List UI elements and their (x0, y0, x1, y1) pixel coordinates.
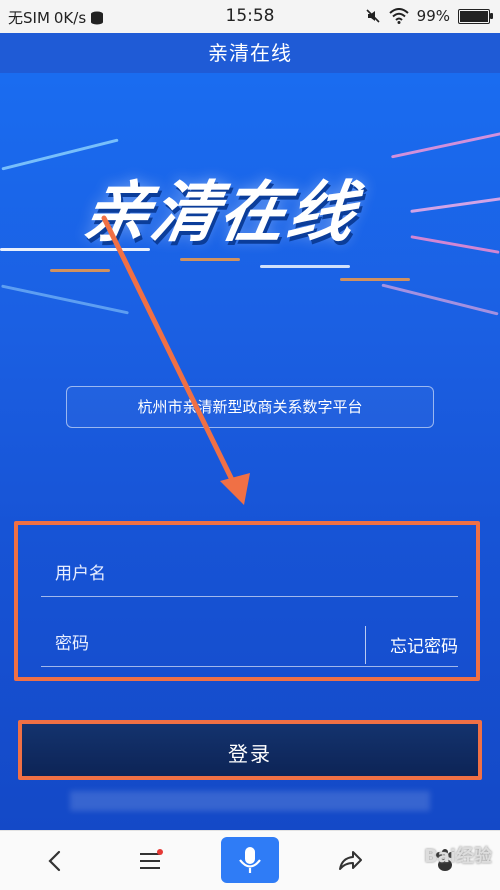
light-streak (50, 269, 110, 272)
platform-subtitle: 杭州市亲清新型政商关系数字平台 (66, 386, 434, 428)
mute-icon (366, 9, 380, 23)
share-icon (339, 851, 362, 870)
light-streak (1, 284, 129, 315)
light-streak (410, 235, 500, 254)
annotation-highlight-box (14, 521, 480, 681)
light-streak (1, 138, 119, 171)
status-right: 99% (365, 7, 493, 25)
login-page: 亲清在线 杭州市亲清新型政商关系数字平台 忘记密码 登录 (0, 73, 500, 830)
login-button[interactable]: 登录 (18, 720, 482, 780)
wifi-icon (388, 8, 409, 24)
page-title: 亲清在线 (208, 41, 292, 65)
notification-dot (157, 849, 163, 855)
battery-percent: 99% (416, 7, 450, 25)
app-header: 亲清在线 (0, 33, 500, 73)
app-logo: 亲清在线 (77, 174, 363, 251)
blurred-text (70, 791, 430, 811)
status-bar: 无SIM 0K/s 15:58 99% (0, 0, 500, 33)
back-button[interactable] (35, 841, 75, 881)
chevron-left-icon (48, 850, 61, 872)
light-streak (410, 196, 500, 213)
menu-button[interactable] (130, 841, 170, 881)
subtitle-text: 杭州市亲清新型政商关系数字平台 (137, 398, 363, 416)
light-streak (381, 283, 499, 316)
voice-search-button[interactable] (221, 837, 279, 883)
share-button[interactable] (330, 841, 370, 881)
battery-icon (458, 8, 493, 24)
microphone-icon (239, 847, 261, 873)
light-streak (180, 258, 240, 261)
light-streak (340, 278, 410, 281)
light-streak (260, 265, 350, 268)
light-streak (390, 130, 500, 159)
watermark-text: Bai经验 (423, 846, 492, 867)
